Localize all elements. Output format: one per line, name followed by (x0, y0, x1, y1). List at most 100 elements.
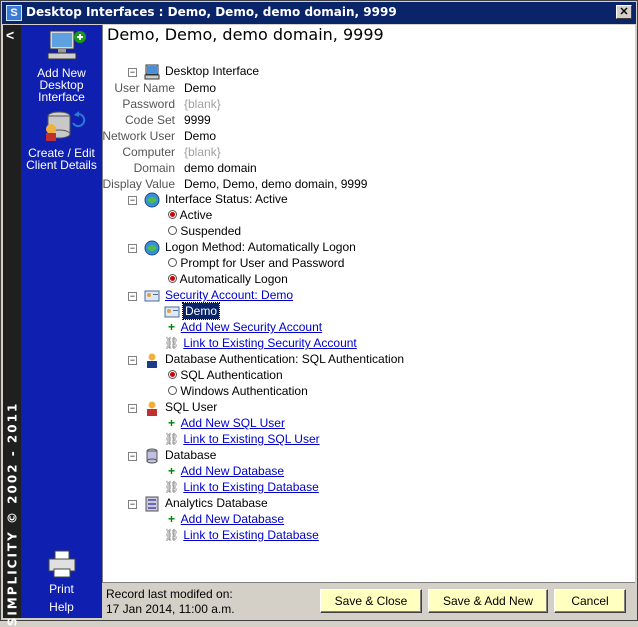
collapse-toggle[interactable]: − (128, 196, 137, 205)
logon-globe-icon (144, 240, 160, 256)
field-label: User Name (114, 81, 175, 95)
sql-user-icon (147, 401, 157, 416)
logon-prompt-label: Prompt for User and Password (180, 256, 345, 270)
computer-add-icon (47, 30, 86, 60)
network-user-value[interactable]: Demo (184, 128, 216, 144)
cancel-button[interactable]: Cancel (554, 589, 626, 613)
main-content: Demo, Demo, demo domain, 9999 − Desktop … (102, 25, 635, 582)
computer-value[interactable]: {blank} (184, 144, 221, 160)
logon-auto-label: Automatically Logon (179, 272, 288, 286)
add-database[interactable]: + Add New Database (168, 463, 284, 479)
windows-auth-option[interactable]: Windows Authentication (168, 383, 308, 399)
radio-prompt[interactable] (168, 258, 177, 268)
interface-status-label: Interface Status: Active (165, 192, 288, 206)
collapse-toggle[interactable]: − (128, 68, 137, 77)
print-button[interactable]: Print (21, 549, 102, 595)
logon-auto-option[interactable]: Automatically Logon (168, 271, 288, 287)
window-title: Desktop Interfaces : Demo, Demo, demo do… (26, 5, 397, 19)
save-close-button[interactable]: Save & Close (320, 589, 422, 613)
collapse-toggle[interactable]: − (128, 292, 137, 301)
analytics-database-icon (145, 496, 159, 512)
code-set-value[interactable]: 9999 (184, 112, 211, 128)
add-database-link[interactable]: Add New Database (181, 464, 284, 478)
field-label: Domain (133, 161, 175, 175)
close-button[interactable]: ✕ (616, 5, 632, 19)
add-analytics-database-link[interactable]: Add New Database (181, 512, 284, 526)
add-desktop-interface-button[interactable]: Add New Desktop Interface (21, 29, 102, 103)
link-security-account-link[interactable]: Link to Existing Security Account (183, 336, 356, 350)
windows-auth-label: Windows Authentication (180, 384, 308, 398)
logon-method-label: Logon Method: Automatically Logon (165, 240, 356, 254)
copyright-vertical: SIMPLICITY © 2002 - 2011 (4, 401, 20, 627)
add-sql-user-link[interactable]: Add New SQL User (181, 416, 285, 430)
link-analytics-database[interactable]: ⛓ Link to Existing Database (164, 527, 319, 543)
desktop-interface-icon (144, 64, 160, 80)
title-bar: S Desktop Interfaces : Demo, Demo, demo … (2, 2, 636, 24)
radio-active[interactable] (168, 210, 177, 220)
record-modified-label: Record last modifed on: (106, 587, 233, 601)
security-card-icon (144, 290, 160, 302)
edit-client-details-label: Create / Edit Client Details (26, 146, 97, 172)
radio-sql-auth[interactable] (168, 370, 177, 380)
collapse-toggle[interactable]: − (128, 452, 137, 461)
link-database-link[interactable]: Link to Existing Database (183, 480, 318, 494)
printer-icon (48, 550, 75, 578)
link-chain-icon: ⛓ (164, 336, 180, 350)
analytics-database-label: Analytics Database (165, 496, 268, 510)
footer-bar: Record last modifed on: 17 Jan 2014, 11:… (102, 582, 635, 618)
database-label: Database (165, 448, 217, 462)
user-icon (147, 353, 157, 368)
add-desktop-interface-label: Add New Desktop Interface (37, 66, 86, 104)
page-title: Demo, Demo, demo domain, 9999 (107, 25, 384, 44)
save-add-new-button[interactable]: Save & Add New (428, 589, 548, 613)
link-database[interactable]: ⛓ Link to Existing Database (164, 479, 319, 495)
radio-windows-auth[interactable] (168, 386, 177, 396)
link-chain-icon: ⛓ (164, 432, 180, 446)
database-user-icon (45, 111, 85, 141)
add-analytics-database[interactable]: + Add New Database (168, 511, 284, 527)
tree-root-label: Desktop Interface (165, 64, 260, 78)
radio-suspended[interactable] (168, 226, 177, 236)
field-label: Computer (122, 145, 175, 159)
copyright-text: SIMPLICITY © 2002 - 2011 (5, 401, 19, 627)
help-button[interactable]: Help (21, 601, 102, 613)
sql-user-label: SQL User (165, 400, 218, 414)
edit-client-details-button[interactable]: Create / Edit Client Details (21, 109, 102, 171)
link-security-account[interactable]: ⛓ Link to Existing Security Account (164, 335, 357, 351)
link-sql-user[interactable]: ⛓ Link to Existing SQL User (164, 431, 320, 447)
user-name-value[interactable]: Demo (184, 80, 216, 96)
link-chain-icon: ⛓ (164, 480, 180, 494)
sidebar-strip: < SIMPLICITY © 2002 - 2011 (3, 25, 21, 626)
collapse-sidebar-icon[interactable]: < (6, 27, 14, 43)
add-security-account[interactable]: + Add New Security Account (168, 319, 322, 335)
sql-auth-option[interactable]: SQL Authentication (168, 367, 283, 383)
print-label: Print (49, 582, 74, 596)
field-label: Code Set (124, 113, 175, 127)
add-icon: + (168, 416, 176, 430)
collapse-toggle[interactable]: − (128, 356, 137, 365)
logon-prompt-option[interactable]: Prompt for User and Password (168, 255, 344, 271)
database-icon (146, 448, 158, 464)
collapse-toggle[interactable]: − (128, 404, 137, 413)
action-sidebar: Add New Desktop Interface Create / Edit … (21, 25, 102, 618)
collapse-toggle[interactable]: − (128, 244, 137, 253)
status-active-option[interactable]: Active (168, 207, 212, 223)
security-account-link[interactable]: Security Account: Demo (165, 287, 293, 303)
collapse-toggle[interactable]: − (128, 500, 137, 509)
status-active-label: Active (179, 208, 213, 222)
db-auth-label: Database Authentication: SQL Authenticat… (165, 352, 405, 366)
radio-auto[interactable] (168, 274, 177, 284)
link-analytics-database-link[interactable]: Link to Existing Database (183, 528, 318, 542)
domain-value[interactable]: demo domain (184, 160, 257, 176)
field-label: Display Value (102, 177, 175, 191)
password-value[interactable]: {blank} (184, 96, 221, 112)
link-sql-user-link[interactable]: Link to Existing SQL User (183, 432, 319, 446)
display-value-value[interactable]: Demo, Demo, demo domain, 9999 (184, 176, 367, 192)
record-modified: Record last modifed on: 17 Jan 2014, 11:… (106, 587, 235, 617)
add-security-account-link[interactable]: Add New Security Account (181, 320, 322, 334)
security-account-selected[interactable]: Demo (181, 302, 221, 320)
field-label: Network User (102, 129, 175, 143)
sql-auth-label: SQL Authentication (180, 368, 283, 382)
status-suspended-option[interactable]: Suspended (168, 223, 241, 239)
add-sql-user[interactable]: + Add New SQL User (168, 415, 285, 431)
